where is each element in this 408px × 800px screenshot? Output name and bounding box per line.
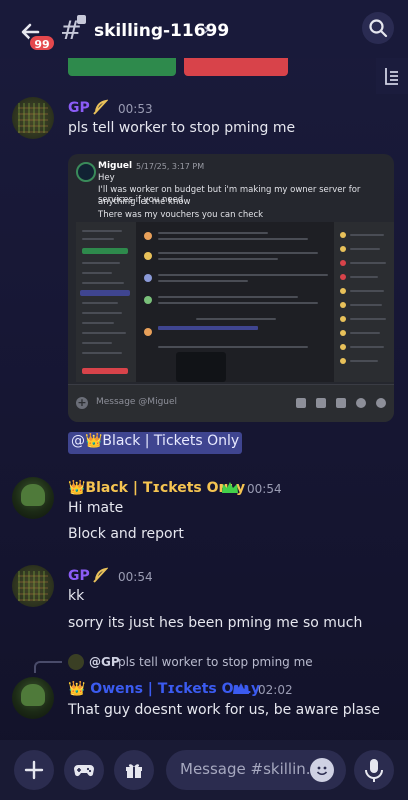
chevron-right-icon[interactable]: › [203,20,210,40]
feather-icon [93,99,108,115]
author-name[interactable]: GP [68,568,90,584]
avatar[interactable] [12,477,54,519]
gift-icon [296,398,306,408]
timestamp: 00:53 [118,102,153,116]
avatar[interactable] [12,97,54,139]
avatar [76,162,96,182]
embed-timestamp: 5/17/25, 3:17 PM [136,162,205,171]
embed-line: Hey [98,173,115,183]
mic-icon [365,759,383,782]
embed-author: Miguel [98,161,133,171]
search-button[interactable] [362,12,394,44]
crown-icon [222,482,238,493]
reply-connector [34,661,62,673]
embed-message-input: + Message @Miguel [68,384,394,422]
gift-button[interactable] [114,750,154,790]
message-text: Block and report [68,526,184,542]
emoji-icon [316,766,328,776]
voice-message-button[interactable] [354,750,394,790]
attach-button[interactable] [14,750,54,790]
nested-member-list [334,222,394,382]
plus-icon: + [76,396,88,409]
gif-icon [316,398,326,408]
message-text: pls tell worker to stop pming me [68,120,296,136]
reply-preview[interactable]: pls tell worker to stop pming me [118,655,313,669]
sticker-icon [336,398,346,408]
threads-button[interactable] [376,58,408,94]
embed-input-placeholder: Message @Miguel [96,397,178,407]
message-text: sorry its just hes been pming me so much [68,615,363,631]
apps-icon [376,398,386,408]
channel-header: 99 # skilling-11699 › [0,0,408,58]
timestamp: 00:54 [247,482,282,496]
nested-screenshot [76,222,394,382]
gamepad-icon [74,765,94,777]
message-text: That guy doesnt work for us, be aware pl… [68,702,381,718]
emoji-button[interactable] [310,758,334,782]
author-name[interactable]: GP [68,100,90,116]
message-text: kk [68,588,85,604]
timestamp: 02:02 [258,683,293,697]
composer-bar: Message #skillin... [0,740,408,800]
lock-icon [77,15,86,24]
threads-icon [385,68,398,85]
author-name[interactable]: 👑Black | Tɪckets Oɴʟy [68,480,245,496]
timestamp: 00:54 [118,570,153,584]
feather-icon [93,567,108,583]
emoji-icon [356,398,366,408]
image-attachment[interactable]: Miguel 5/17/25, 3:17 PM Hey I'll was wor… [68,154,394,422]
gift-icon [126,764,142,778]
activities-button[interactable] [64,750,104,790]
unread-badge: 99 [28,34,56,52]
reply-author[interactable]: @GP [89,655,120,669]
avatar[interactable] [12,565,54,607]
embed-line: anything let me know [98,197,191,207]
nested-sidebar [76,222,136,382]
avatar [68,654,84,670]
avatar[interactable] [12,677,54,719]
search-icon [369,19,388,38]
message-text: Hi mate [68,500,124,516]
embed-line: There was my vouchers you can check [98,210,264,220]
plus-icon [24,760,44,780]
crown-icon [233,683,249,694]
role-mention[interactable]: @👑Black | Tickets Only [68,432,243,454]
